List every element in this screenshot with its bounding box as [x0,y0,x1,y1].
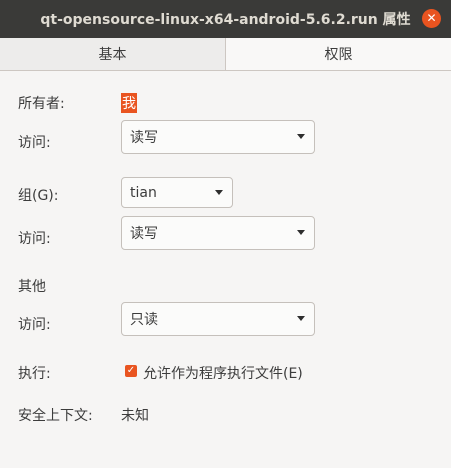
group-access-value: 读写 [130,226,158,242]
security-context-label: 安全上下文: [18,408,93,424]
group-access-dropdown[interactable]: 读写 [121,216,315,250]
others-access-value: 只读 [130,312,158,328]
others-access-dropdown[interactable]: 只读 [121,302,315,336]
tab-basic[interactable]: 基本 [0,38,226,70]
group-label: 组(G): [18,188,59,204]
tab-permissions[interactable]: 权限 [226,38,451,70]
properties-window: qt-opensource-linux-x64-android-5.6.2.ru… [0,0,451,468]
execute-label: 执行: [18,366,51,382]
permissions-panel: 所有者: 我 访问: 读写 组(G): tian 访问: 读写 其他 访问: 只… [0,71,451,468]
tab-basic-label: 基本 [98,47,127,63]
close-button[interactable]: ✕ [422,9,441,28]
chevron-down-icon [297,316,305,321]
owner-value: 我 [121,93,137,113]
others-access-label: 访问: [18,317,51,333]
owner-access-label: 访问: [18,135,51,151]
close-icon: ✕ [426,11,437,25]
chevron-down-icon [297,230,305,235]
security-context-value: 未知 [121,408,149,424]
owner-access-value: 读写 [130,130,158,146]
owner-access-dropdown[interactable]: 读写 [121,120,315,154]
group-access-label: 访问: [18,231,51,247]
execute-checkbox-label[interactable]: 允许作为程序执行文件(E) [143,363,303,383]
tab-bar: 基本 权限 [0,38,451,71]
owner-label: 所有者: [18,96,65,112]
others-heading: 其他 [18,279,46,295]
chevron-down-icon [297,134,305,139]
tab-permissions-label: 权限 [324,47,353,63]
window-title: qt-opensource-linux-x64-android-5.6.2.ru… [40,12,411,28]
title-bar[interactable]: qt-opensource-linux-x64-android-5.6.2.ru… [0,0,451,38]
execute-checkbox[interactable]: ✓ [125,365,137,377]
group-value: tian [130,184,157,201]
chevron-down-icon [215,190,223,195]
group-dropdown[interactable]: tian [121,177,233,208]
